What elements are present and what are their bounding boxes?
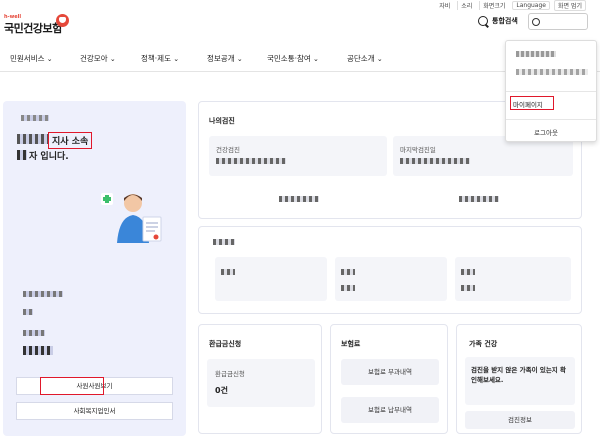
welfare-cert-button[interactable]: 사회복지업인서 xyxy=(16,402,173,420)
masked-info xyxy=(23,346,53,355)
refund-amount: 0건 xyxy=(215,386,228,395)
nav-item-info[interactable]: 정보공개 xyxy=(207,53,243,64)
checkup-label: 건강검진 xyxy=(216,146,240,154)
masked-info xyxy=(23,330,45,336)
refund-title: 환급금신청 xyxy=(209,340,242,348)
profile-panel: 지사 소속 자 입니다. 사원사원보기 사회복지업인서 xyxy=(3,101,186,436)
avatar-illustration xyxy=(101,193,162,243)
masked-org xyxy=(17,134,49,144)
header-search[interactable]: 통합검색 xyxy=(478,16,518,26)
site-logo[interactable]: h-well 국민건강보험 xyxy=(4,14,69,36)
greeting-text: 자 입니다. xyxy=(29,152,69,162)
masked-value xyxy=(213,239,235,245)
checkup-box[interactable]: 건강검진 xyxy=(209,136,387,176)
summary-box xyxy=(335,257,447,301)
family-notice: 검진을 받지 않은 가족이 있는지 확인해보세요. xyxy=(471,366,567,384)
masked-info xyxy=(23,291,63,297)
util-link-2[interactable]: 소리 xyxy=(457,0,475,10)
logo-main: 국민건강보험 xyxy=(4,22,62,35)
refund-label: 환급금신청 xyxy=(215,370,245,378)
language-select[interactable]: Language xyxy=(512,0,550,10)
refund-box[interactable]: 환급금신청 0건 xyxy=(207,359,315,407)
refund-card: 환급금신청 환급금신청 0건 xyxy=(198,324,322,434)
nav-item-comm[interactable]: 국민소통·참여 xyxy=(267,53,319,64)
summary-box xyxy=(215,257,327,301)
divider xyxy=(506,91,596,92)
user-dropdown: 마이페이지 로그아웃 xyxy=(505,40,597,142)
last-checkup-label: 마지막검진일 xyxy=(400,146,436,154)
summary-card xyxy=(198,226,582,314)
my-checkup-title: 나의검진 xyxy=(209,117,235,125)
insurance-payment-button[interactable]: 보험료 납부내역 xyxy=(341,397,439,423)
utility-bar: 자비 소리 화면크기 Language 화면 멈기 xyxy=(436,0,600,11)
masked-name-2 xyxy=(17,150,27,160)
insurance-card: 보험료 보험료 부과내역 보험료 납부내역 xyxy=(330,324,448,434)
masked-name xyxy=(21,115,49,121)
divider xyxy=(506,119,596,120)
summary-box xyxy=(455,257,571,301)
checkup-info-button[interactable]: 검진정보 xyxy=(465,411,575,429)
mypage-link[interactable]: 마이페이지 xyxy=(510,96,554,110)
util-link-1[interactable]: 자비 xyxy=(436,1,453,10)
screen-select[interactable]: 화면 멈기 xyxy=(554,0,586,11)
nav-item-policy[interactable]: 정책·제도 xyxy=(141,53,179,64)
family-health-card: 가족 건강 검진을 받지 않은 가족이 있는지 확인해보세요. 검진정보 xyxy=(456,324,582,434)
masked-value xyxy=(341,285,355,291)
masked-value xyxy=(461,285,475,291)
masked-value xyxy=(216,158,286,164)
heart-icon xyxy=(56,14,69,27)
masked-value xyxy=(279,196,319,202)
nav-item-health[interactable]: 건강모아 xyxy=(80,53,116,64)
dropdown-user-masked xyxy=(516,51,556,57)
masked-value xyxy=(459,196,499,202)
highlight-box xyxy=(40,377,104,395)
masked-value xyxy=(461,269,475,275)
insurance-charge-button[interactable]: 보험료 부과내역 xyxy=(341,359,439,385)
affiliation-text: 지사 소속 xyxy=(48,132,93,149)
user-menu-button[interactable] xyxy=(528,13,588,30)
family-title: 가족 건강 xyxy=(469,340,498,348)
masked-value xyxy=(221,269,235,275)
family-notice-box: 검진을 받지 않은 가족이 있는지 확인해보세요. xyxy=(465,357,575,405)
masked-value xyxy=(400,158,470,164)
dropdown-info-masked xyxy=(516,69,588,75)
user-icon xyxy=(532,17,540,26)
util-link-3[interactable]: 화면크기 xyxy=(479,0,508,10)
nav-item-civil[interactable]: 민원서비스 xyxy=(10,53,53,64)
nav-item-about[interactable]: 공단소개 xyxy=(347,53,383,64)
masked-value xyxy=(341,269,355,275)
logout-link[interactable]: 로그아웃 xyxy=(534,127,558,137)
insurance-title: 보험료 xyxy=(341,340,361,348)
search-label: 통합검색 xyxy=(492,17,518,25)
search-icon xyxy=(478,16,488,26)
masked-info xyxy=(23,309,33,315)
logo-sub: h-well xyxy=(4,14,22,20)
last-checkup-box[interactable]: 마지막검진일 xyxy=(393,136,573,176)
